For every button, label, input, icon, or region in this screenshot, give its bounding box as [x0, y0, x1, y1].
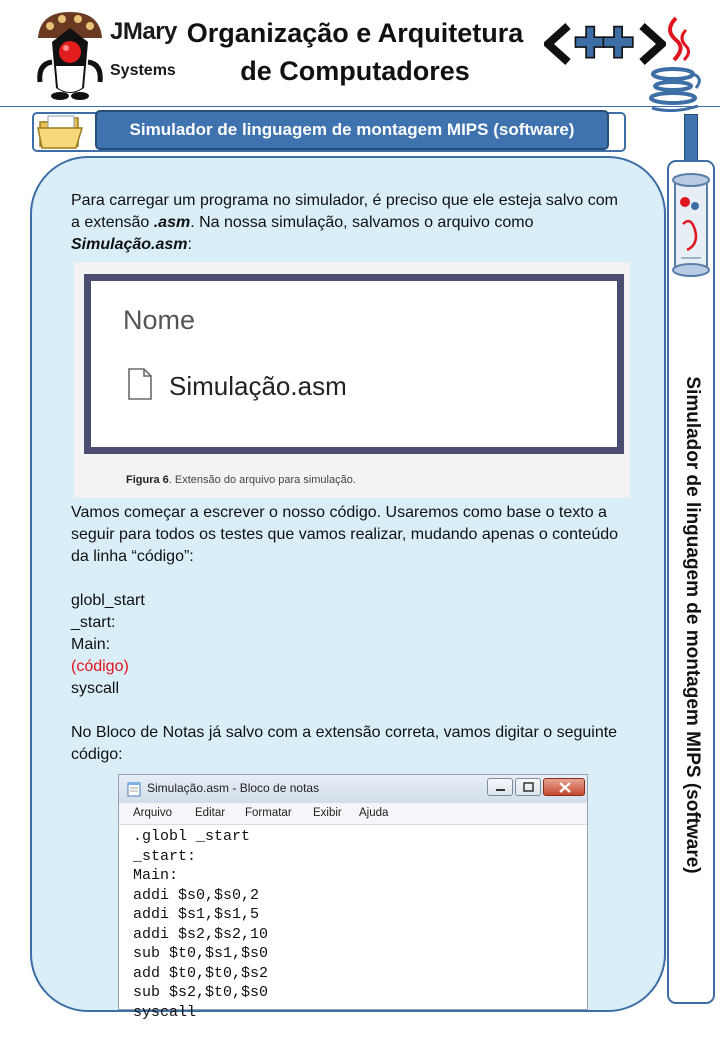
close-icon	[559, 782, 571, 793]
template-line: Main:	[71, 636, 111, 653]
figure-caption-text: . Extensão do arquivo para simulação.	[168, 474, 356, 486]
figure-caption-label: Figura 6	[126, 474, 169, 486]
notepad-window: Simulação.asm - Bloco de notas Arquivo E…	[118, 774, 588, 1021]
jmary-logo: JMary Systems	[30, 4, 180, 102]
template-line-placeholder: (código)	[71, 658, 129, 675]
scroll-document-icon	[672, 173, 710, 277]
notepad-app-icon	[127, 782, 141, 797]
extension-name: .asm	[153, 214, 191, 231]
minimize-button[interactable]	[487, 778, 513, 796]
template-line: syscall	[71, 680, 120, 697]
menu-exibir[interactable]: Exibir	[313, 807, 342, 819]
header-divider	[0, 106, 720, 107]
sidebar-label: Simulador de linguagem de montagem MIPS …	[682, 376, 703, 874]
minimize-icon	[496, 789, 505, 791]
template-line: globl_start	[71, 592, 145, 609]
paragraph-intro: Para carregar um programa no simulador, …	[71, 190, 631, 256]
maximize-button[interactable]	[515, 778, 541, 796]
notepad-text-area[interactable]: .globl _start _start: Main: addi $s0,$s0…	[133, 827, 268, 1022]
code-line: add $t0,$t0,$s2	[133, 964, 269, 982]
code-line: addi $s2,$s2,10	[133, 925, 269, 943]
template-line: _start:	[71, 614, 116, 631]
folder-icon	[37, 115, 84, 149]
paragraph-intro-c: :	[187, 236, 192, 253]
code-line: sub $s2,$t0,$s0	[133, 984, 269, 1001]
menu-ajuda[interactable]: Ajuda	[359, 807, 388, 819]
file-explorer-screenshot: Nome Simulação.asm	[84, 274, 624, 454]
code-line: Main:	[133, 867, 179, 884]
code-line: addi $s1,$s1,5	[133, 906, 260, 923]
code-line: _start:	[133, 847, 197, 865]
code-line: sub $t0,$s1,$s0	[133, 945, 269, 962]
paragraph-intro-b: . Na nossa simulação, salvamos o arquivo…	[190, 214, 534, 231]
sidebar-connector	[684, 114, 698, 164]
paragraph-template: Vamos começar a escrever o nosso código.…	[71, 504, 619, 565]
code-line: syscall	[133, 1003, 197, 1021]
notepad-titlebar: Simulação.asm - Bloco de notas	[119, 775, 587, 803]
page-title: Organização e Arquitetura de Computadore…	[160, 14, 550, 90]
column-header-name: Nome	[123, 305, 196, 335]
page-title-line2: de Computadores	[240, 56, 470, 86]
notepad-menubar: Arquivo Editar Formatar Exibir Ajuda	[119, 803, 587, 825]
figure-file-extension: Nome Simulação.asm Figura 6. Extensão do…	[74, 262, 630, 498]
close-button[interactable]	[543, 778, 585, 796]
file-name: Simulação.asm	[71, 236, 188, 253]
file-icon	[128, 368, 152, 400]
code-line: addi $s0,$s0,2	[133, 886, 260, 904]
notepad-title: Simulação.asm - Bloco de notas	[147, 781, 320, 795]
section-banner: Simulador de linguagem de montagem MIPS …	[95, 110, 609, 150]
code-line: .globl _start	[133, 828, 251, 845]
page-title-line1: Organização e Arquitetura	[186, 18, 524, 48]
java-cup-logo-icon	[649, 16, 701, 112]
menu-arquivo[interactable]: Arquivo	[133, 807, 172, 819]
menu-formatar[interactable]: Formatar	[245, 807, 292, 819]
java-duke-mascot-icon	[37, 12, 103, 100]
figure-caption: Figura 6. Extensão do arquivo para simul…	[126, 474, 356, 486]
menu-editar[interactable]: Editar	[195, 807, 225, 819]
file-list-item: Simulação.asm	[169, 371, 347, 401]
maximize-icon	[523, 782, 534, 792]
paragraph-notepad: No Bloco de Notas já salvo com a extensã…	[71, 724, 618, 763]
